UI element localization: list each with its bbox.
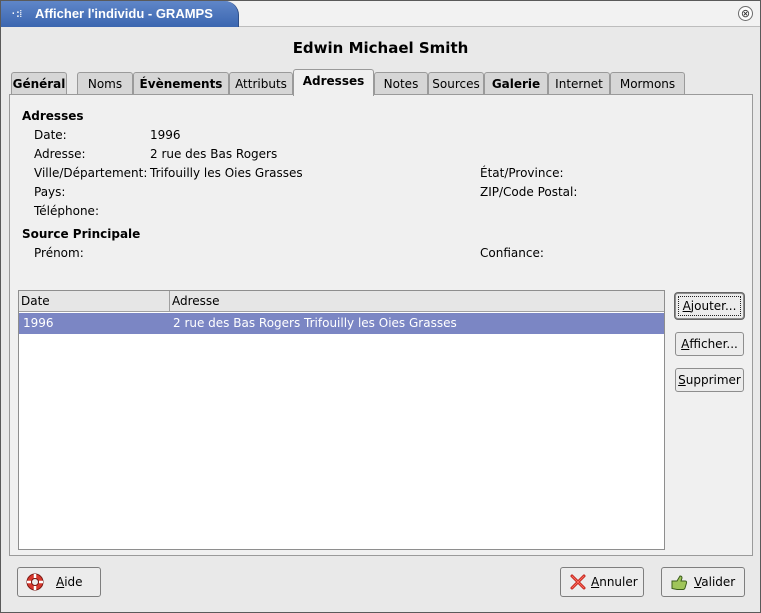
tab-mormons[interactable]: Mormons xyxy=(610,72,685,95)
state-label: État/Province: xyxy=(480,166,564,180)
tab-attributes[interactable]: Attributs xyxy=(229,72,293,95)
first-name-label: Prénom: xyxy=(34,246,84,260)
address-value: 2 rue des Bas Rogers xyxy=(150,147,278,161)
view-button[interactable]: Afficher... xyxy=(675,332,744,356)
tab-sources[interactable]: Sources xyxy=(428,72,484,95)
zip-label: ZIP/Code Postal: xyxy=(480,185,578,199)
source-section-title: Source Principale xyxy=(22,227,141,241)
window-title: Afficher l'individu - GRAMPS xyxy=(35,6,213,21)
cancel-button[interactable]: Annuler xyxy=(560,567,644,597)
tab-general[interactable]: Général xyxy=(11,72,67,95)
row-address-cell: 2 rue des Bas Rogers Trifouilly les Oies… xyxy=(173,316,457,330)
city-value: Trifouilly les Oies Grasses xyxy=(150,166,303,180)
confidence-label: Confiance: xyxy=(480,246,544,260)
delete-button[interactable]: Supprimer xyxy=(675,368,744,392)
addresses-section-title: Adresses xyxy=(22,109,84,123)
tab-events[interactable]: Évènements xyxy=(133,72,229,95)
table-row[interactable]: 1996 2 rue des Bas Rogers Trifouilly les… xyxy=(19,313,664,334)
date-value: 1996 xyxy=(150,128,181,142)
lifebuoy-icon xyxy=(26,573,44,591)
red-x-icon xyxy=(570,574,586,590)
person-name-heading: Edwin Michael Smith xyxy=(292,39,469,57)
country-label: Pays: xyxy=(34,185,66,199)
list-header: Date Adresse xyxy=(19,291,664,312)
address-list[interactable]: Date Adresse 1996 2 rue des Bas Rogers T… xyxy=(18,290,665,550)
close-icon[interactable]: ⊗ xyxy=(738,6,753,21)
add-button[interactable]: Ajouter... xyxy=(675,293,744,319)
tab-names[interactable]: Noms xyxy=(77,72,133,95)
addresses-panel: Adresses Date: 1996 Adresse: 2 rue des B… xyxy=(9,94,753,556)
city-label: Ville/Département: xyxy=(34,166,148,180)
tab-notes[interactable]: Notes xyxy=(374,72,428,95)
tab-gallery[interactable]: Galerie xyxy=(484,72,548,95)
tab-addresses[interactable]: Adresses xyxy=(293,69,374,96)
address-label: Adresse: xyxy=(34,147,86,161)
title-tab: ·:⁞ Afficher l'individu - GRAMPS xyxy=(1,1,239,27)
help-button[interactable]: Aide xyxy=(17,567,101,597)
column-header-date[interactable]: Date xyxy=(19,291,169,311)
row-date-cell: 1996 xyxy=(23,316,54,330)
phone-label: Téléphone: xyxy=(34,204,99,218)
grid-dots-icon[interactable]: ·:⁞ xyxy=(10,7,26,21)
title-bar[interactable]: ·:⁞ Afficher l'individu - GRAMPS ⊗ xyxy=(1,1,760,27)
date-label: Date: xyxy=(34,128,67,142)
tab-internet[interactable]: Internet xyxy=(548,72,610,95)
hand-ok-icon xyxy=(671,575,688,590)
column-header-address[interactable]: Adresse xyxy=(169,291,664,311)
person-dialog-window: ·:⁞ Afficher l'individu - GRAMPS ⊗ Edwin… xyxy=(0,0,761,613)
ok-button[interactable]: Valider xyxy=(661,567,745,597)
